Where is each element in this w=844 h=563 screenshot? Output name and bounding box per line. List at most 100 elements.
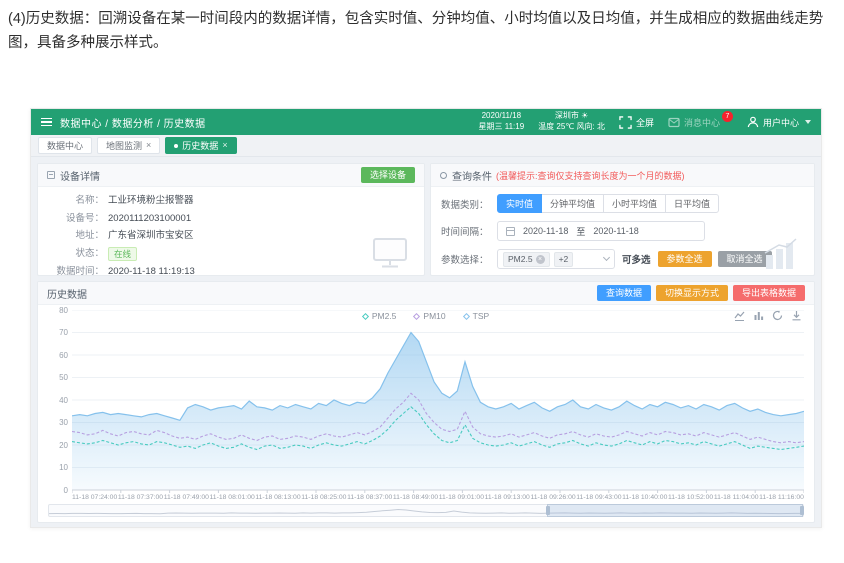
device-field-row: 名称：工业环境粉尘报警器 [46, 192, 416, 210]
fullscreen-button[interactable]: 全屏 [619, 116, 654, 129]
date-range-input[interactable]: 2020-11-18 至 2020-11-18 [497, 221, 705, 241]
x-axis-label: 11-18 07:37:00 [118, 494, 163, 501]
category-小时平均值[interactable]: 小时平均值 [603, 194, 666, 213]
y-axis-label: 60 [48, 351, 68, 360]
x-axis-label: 11-18 10:40:00 [622, 494, 667, 501]
category-实时值[interactable]: 实时值 [497, 194, 542, 213]
history-chart[interactable] [72, 310, 804, 495]
category-label: 数据类别： [441, 197, 497, 211]
y-axis-label: 70 [48, 328, 68, 337]
x-axis-label: 11-18 08:13:00 [255, 494, 300, 501]
device-field-label: 状态： [46, 245, 104, 264]
tab-label: 历史数据 [182, 139, 218, 152]
category-分钟平均值[interactable]: 分钟平均值 [541, 194, 604, 213]
y-axis-label: 30 [48, 418, 68, 427]
notification-badge: 7 [722, 111, 733, 122]
datazoom-slider[interactable] [48, 504, 804, 517]
datazoom-window[interactable] [547, 504, 803, 517]
parameter-tag-label: PM2.5 [508, 253, 533, 266]
date-start-value: 2020-11-18 [523, 226, 568, 236]
user-center-button[interactable]: 用户中心 [747, 116, 811, 129]
device-field-value: 2020111203100001 [108, 210, 191, 228]
weather-text: 温度 25℃ 风向: 北 [538, 122, 605, 133]
time-range-label: 时间间隔： [441, 224, 497, 238]
select-all-params-button[interactable]: 参数全选 [658, 251, 712, 268]
x-axis-labels: 11-18 07:24:0011-18 07:37:0011-18 07:49:… [72, 494, 804, 501]
tab-数据中心[interactable]: 数据中心 [38, 137, 92, 154]
caption-text: (4)历史数据：回溯设备在某一时间段内的数据详情，包含实时值、分钟均值、小时均值… [8, 8, 838, 56]
device-field-row: 数据时间：2020-11-18 11:19:13 [46, 263, 416, 276]
x-axis-label: 11-18 09:43:00 [576, 494, 621, 501]
breadcrumb: 数据中心 / 数据分析 / 历史数据 [60, 115, 206, 130]
device-panel-icon [47, 171, 55, 179]
message-center-button[interactable]: 消息中心 [668, 116, 720, 129]
x-axis-label: 11-18 07:49:00 [164, 494, 209, 501]
y-axis-label: 40 [48, 396, 68, 405]
tab-close-icon[interactable]: × [146, 141, 151, 150]
category-日平均值[interactable]: 日平均值 [665, 194, 719, 213]
tab-地图监测[interactable]: 地图监测 × [97, 137, 160, 154]
device-field-label: 名称： [46, 192, 104, 210]
tab-label: 数据中心 [47, 139, 83, 152]
parameter-select[interactable]: PM2.5 × +2 [497, 249, 615, 269]
tab-close-icon[interactable]: × [222, 141, 227, 150]
status-badge: 在线 [108, 247, 137, 261]
bar-chart-decor-icon [760, 237, 802, 271]
tab-历史数据[interactable]: 历史数据 × [165, 137, 236, 154]
device-panel-header: 设备详情 选择设备 [38, 164, 424, 187]
device-field-label: 地址： [46, 227, 104, 245]
history-panel-title: 历史数据 [47, 286, 87, 301]
datazoom-left-handle[interactable] [546, 506, 550, 515]
app-header: 数据中心 / 数据分析 / 历史数据 2020/11/18 星期三 11:19 … [31, 109, 821, 135]
chevron-down-icon [603, 254, 610, 261]
export-table-button[interactable]: 导出表格数据 [733, 285, 805, 302]
date-text: 2020/11/18 [479, 111, 525, 122]
tab-label: 地图监测 [106, 139, 142, 152]
query-panel: 查询条件 (温馨提示:查询仅支持查询长度为一个月的数据) 数据类别： 实时值分钟… [430, 163, 815, 276]
select-device-button[interactable]: 选择设备 [361, 167, 415, 184]
x-axis-label: 11-18 09:26:00 [530, 494, 575, 501]
message-center-label: 消息中心 [684, 116, 720, 129]
x-axis-label: 11-18 08:01:00 [210, 494, 255, 501]
date-end-value: 2020-11-18 [593, 226, 638, 236]
date-separator: 至 [576, 225, 585, 238]
device-field-row: 地址：广东省深圳市宝安区 [46, 227, 416, 245]
y-axis-label: 20 [48, 441, 68, 450]
chevron-down-icon [805, 120, 811, 124]
tag-close-icon[interactable]: × [536, 255, 545, 264]
device-fields: 名称：工业环境粉尘报警器设备号：2020111203100001地址：广东省深圳… [38, 187, 424, 276]
parameter-more-tag: +2 [554, 252, 574, 267]
query-panel-title: 查询条件 [452, 168, 492, 183]
x-axis-label: 11-18 08:37:00 [347, 494, 392, 501]
parameter-tag: PM2.5 × [503, 252, 550, 267]
query-data-button[interactable]: 查询数据 [597, 285, 651, 302]
x-axis-label: 11-18 08:25:00 [301, 494, 346, 501]
x-axis-label: 11-18 10:52:00 [668, 494, 713, 501]
city-text: 深圳市 ☀ [538, 111, 605, 122]
multi-select-hint: 可多选 [622, 252, 651, 266]
x-axis-label: 11-18 11:04:00 [714, 494, 759, 501]
fullscreen-label: 全屏 [636, 116, 654, 129]
weather-display: 深圳市 ☀ 温度 25℃ 风向: 北 [538, 111, 605, 133]
calendar-icon [506, 227, 515, 236]
monitor-icon [370, 237, 410, 269]
switch-display-button[interactable]: 切换显示方式 [656, 285, 728, 302]
device-field-value: 2020-11-18 11:19:13 [108, 263, 195, 276]
x-axis-label: 11-18 09:13:00 [485, 494, 530, 501]
tab-bar: 数据中心 地图监测 × 历史数据 × [31, 135, 821, 157]
query-panel-header: 查询条件 (温馨提示:查询仅支持查询长度为一个月的数据) [431, 164, 814, 187]
history-panel-header: 历史数据 查询数据 切换显示方式 导出表格数据 [38, 282, 814, 305]
datazoom-right-handle[interactable] [800, 506, 804, 515]
menu-icon[interactable] [41, 118, 52, 127]
y-axis-label: 50 [48, 373, 68, 382]
device-field-value: 工业环境粉尘报警器 [108, 192, 194, 210]
query-hint: (温馨提示:查询仅支持查询长度为一个月的数据) [496, 169, 685, 182]
x-axis-label: 11-18 11:16:00 [759, 494, 804, 501]
user-icon [747, 116, 759, 128]
screenshot-root: (4)历史数据：回溯设备在某一时间段内的数据详情，包含实时值、分钟均值、小时均值… [0, 0, 844, 563]
weekday-time-text: 星期三 11:19 [479, 122, 525, 133]
category-button-group: 实时值分钟平均值小时平均值日平均值 [497, 194, 719, 213]
x-axis-label: 11-18 07:24:00 [72, 494, 117, 501]
device-panel: 设备详情 选择设备 名称：工业环境粉尘报警器设备号：20201112031000… [37, 163, 425, 276]
content-area: 设备详情 选择设备 名称：工业环境粉尘报警器设备号：20201112031000… [31, 157, 821, 527]
